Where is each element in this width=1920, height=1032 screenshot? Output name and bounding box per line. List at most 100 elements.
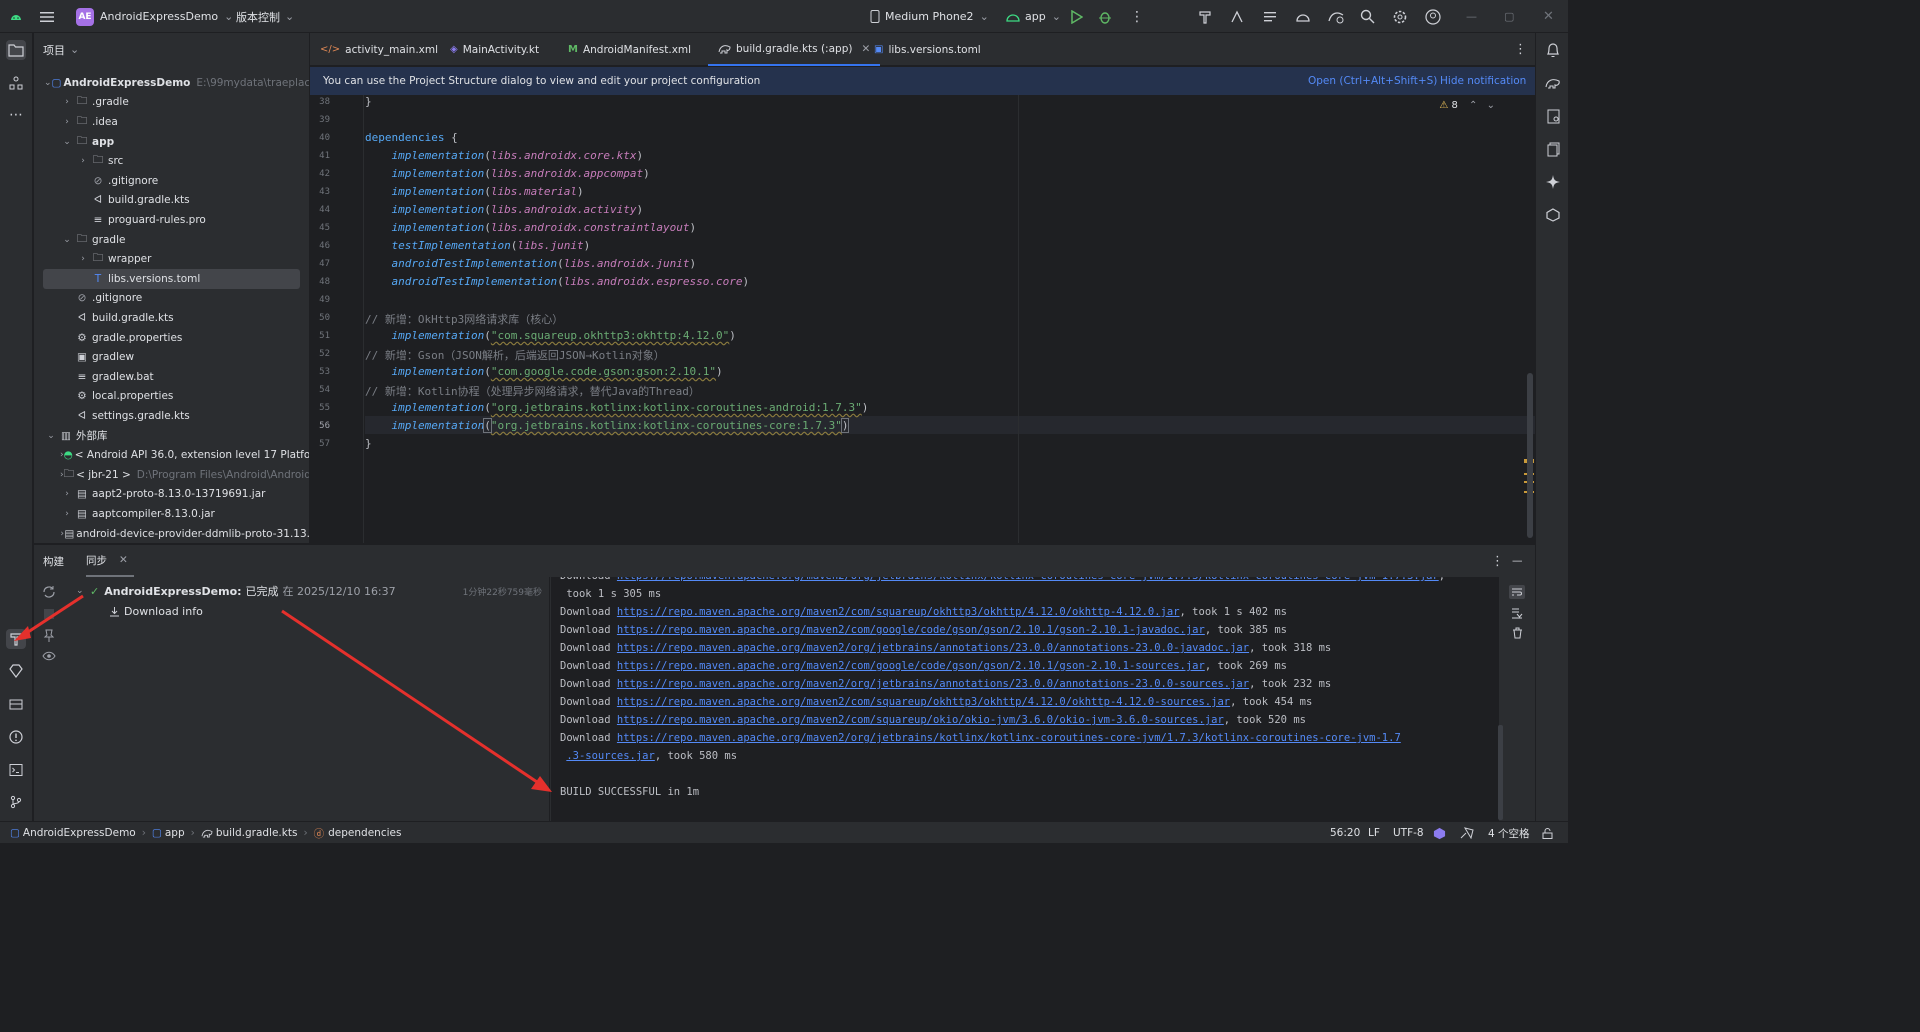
ai-assistant-icon[interactable] [1433,822,1446,844]
run-icon[interactable] [1071,0,1083,33]
terminal-icon[interactable] [6,760,26,780]
tree-item[interactable]: ⊘ .gitignore [34,171,309,191]
download-url-link[interactable]: https://repo.maven.apache.org/maven2/com… [617,606,1180,618]
line-number[interactable]: 39 [310,115,330,125]
breadcrumb-item[interactable]: build.gradle.kts [216,827,298,839]
tree-item[interactable]: ᐊ settings.gradle.kts [34,406,309,426]
hide-panel-icon[interactable]: — [1512,545,1523,577]
tree-item[interactable]: › 🗀 wrapper [34,249,309,269]
download-url-link[interactable]: https://repo.maven.apache.org/maven2/com… [617,714,1224,726]
more-tools-icon[interactable]: ⋯ [6,105,26,125]
tree-item[interactable]: ≡ proguard-rules.pro [34,210,309,230]
tree-item[interactable]: › 🗀 .idea [34,112,309,132]
build-hammer-icon[interactable] [1197,0,1213,33]
running-devices-icon[interactable] [1543,139,1563,159]
download-url-link[interactable]: https://repo.maven.apache.org/maven2/org… [617,678,1249,690]
chevron-down-icon[interactable]: ⌄ [60,137,74,147]
build-more-icon[interactable]: ⋮ [1491,545,1504,577]
vcs-menu[interactable]: 版本控制 ⌄ [236,0,294,33]
chevron-down-icon[interactable]: ⌄ [1487,100,1495,111]
lock-icon[interactable] [1542,822,1553,844]
caret-position[interactable]: 56:20 [1330,822,1360,844]
download-url-link[interactable]: https://repo.maven.apache.org/maven2/org… [617,577,1439,582]
chevron-right-icon[interactable]: › [76,156,90,166]
scroll-to-end-icon[interactable] [1511,607,1523,619]
git-icon[interactable] [6,792,26,812]
line-number[interactable]: 50 [310,313,330,323]
warnings-indicator[interactable]: ⚠ 8 ⌃ ⌄ [1439,100,1495,111]
line-number[interactable]: 54 [310,385,330,395]
notifications-bell-icon[interactable] [1543,40,1563,60]
tree-item[interactable]: ≡ gradlew.bat [34,367,309,387]
more-actions-icon[interactable]: ⋮ [1130,0,1144,33]
logcat-icon[interactable] [1262,0,1278,33]
close-tab-icon[interactable]: ✕ [861,43,870,55]
download-url-link[interactable]: .3-sources.jar [566,750,655,762]
code-editor[interactable]: 38 39 40 41 42 43 44 45 46 47 48 49 50 51 52 53 54 55 56 57… [310,95,1535,543]
tab-sync[interactable]: 同步 ✕ [86,545,134,577]
breadcrumb-item[interactable]: app [165,827,185,839]
device-file-explorer-icon[interactable] [1543,106,1563,126]
tree-item[interactable]: ⌄ 🗀 gradle [34,230,309,250]
app-quality-icon[interactable] [1543,205,1563,225]
tree-item[interactable]: ᐊ build.gradle.kts [34,308,309,328]
device-manager-icon[interactable] [1295,0,1311,33]
console-scrollbar[interactable] [1498,725,1503,820]
chevron-down-icon[interactable]: ⌄ [44,431,58,441]
chevron-up-icon[interactable]: ⌃ [1469,100,1477,111]
tree-item[interactable]: › ◓ < Android API 36.0, extension level 17… [34,445,309,465]
device-selector[interactable]: Medium Phone2 ⌄ [870,0,989,33]
project-selector[interactable]: AE AndroidExpressDemo ⌄ [76,0,233,33]
tree-item[interactable]: ▣ gradlew [34,347,309,367]
breadcrumb-item[interactable]: AndroidExpressDemo [23,827,136,839]
line-number[interactable]: 43 [310,187,330,197]
search-icon[interactable] [1360,0,1375,33]
build-result-row[interactable]: ⌄ ✓ AndroidExpressDemo: 已完成 在 2025/12/10… [76,581,542,601]
restore-icon[interactable]: ▢ [1504,0,1514,33]
debug-icon[interactable] [1098,0,1112,33]
line-number[interactable]: 47 [310,259,330,269]
run-config-selector[interactable]: app ⌄ [1006,0,1061,33]
chevron-right-icon[interactable]: › [60,509,74,519]
build-console[interactable]: Download https://repo.maven.apache.org/m… [551,577,1499,822]
tabs-more-icon[interactable]: ⋮ [1514,33,1527,66]
tab-activity-main[interactable]: </> activity_main.xml [320,33,438,66]
tree-item[interactable]: › 🗀 src [34,151,309,171]
tree-item[interactable]: › ▤ aaptcompiler-8.13.0.jar [34,504,309,524]
settings-gear-icon[interactable] [1392,0,1408,33]
tree-item[interactable]: › ▤ android-device-provider-ddmlib-proto-3… [34,524,309,543]
line-separator[interactable]: LF [1368,822,1380,844]
main-menu-button[interactable] [40,0,54,33]
indent-setting[interactable]: 4 个空格 [1488,822,1530,844]
chevron-right-icon[interactable]: › [60,117,74,127]
download-url-link[interactable]: https://repo.maven.apache.org/maven2/com… [617,660,1205,672]
account-icon[interactable] [1425,0,1441,33]
clear-trash-icon[interactable] [1512,627,1523,639]
tree-item[interactable]: ᐊ build.gradle.kts [34,191,309,211]
line-number[interactable]: 38 [310,97,330,107]
chevron-right-icon[interactable]: › [60,97,74,107]
stop-icon[interactable] [44,609,54,619]
chevron-down-icon[interactable]: ⌄ [76,586,90,596]
chevron-down-icon[interactable]: ⌄ [60,235,74,245]
project-tool-icon[interactable] [6,40,26,60]
apply-changes-icon[interactable] [1229,0,1245,33]
line-number[interactable]: 40 [310,133,330,143]
download-url-link[interactable]: https://repo.maven.apache.org/maven2/com… [617,624,1205,636]
editor-scrollbar[interactable] [1527,373,1533,538]
pin-icon[interactable] [43,629,55,643]
breadcrumb-item[interactable]: dependencies [328,827,401,839]
line-number[interactable]: 44 [310,205,330,215]
chevron-right-icon[interactable]: › [60,489,74,499]
soft-wrap-icon[interactable] [1509,585,1525,599]
gemini-spark-icon[interactable] [1543,172,1563,192]
sync-gradle-icon[interactable] [1327,0,1345,33]
download-url-link[interactable]: https://repo.maven.apache.org/maven2/org… [617,732,1401,744]
tree-item[interactable]: ⌄ ▥ 外部库 [34,426,309,446]
line-number[interactable]: 45 [310,223,330,233]
tree-item[interactable]: ⊘ .gitignore [34,289,309,309]
tree-item[interactable]: ⚙ local.properties [34,387,309,407]
open-project-structure-link[interactable]: Open (Ctrl+Alt+Shift+S) [1308,75,1437,87]
resync-icon[interactable] [42,585,56,599]
line-number[interactable]: 55 [310,403,330,413]
